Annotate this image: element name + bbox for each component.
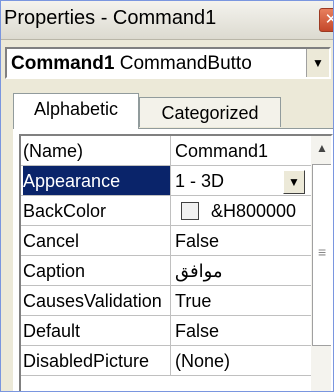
object-selector-text: Command1 CommandButto bbox=[11, 53, 252, 75]
color-swatch bbox=[181, 201, 199, 220]
property-row-backcolor[interactable]: BackColor &H800000 bbox=[21, 196, 311, 226]
property-value[interactable]: موافق bbox=[175, 256, 309, 285]
chevron-down-icon[interactable]: ▼ bbox=[306, 49, 329, 77]
property-value[interactable]: Command1 bbox=[175, 136, 309, 165]
title-bar[interactable]: Properties - Command1 ✕ bbox=[1, 1, 333, 40]
property-row-caption[interactable]: Caption موافق bbox=[21, 256, 311, 286]
property-row-causesvalidation[interactable]: CausesValidation True bbox=[21, 286, 311, 316]
object-selector-combo[interactable]: Command1 CommandButto ▼ bbox=[5, 47, 331, 79]
property-row-cancel[interactable]: Cancel False bbox=[21, 226, 311, 256]
property-name: DisabledPicture bbox=[23, 346, 171, 375]
object-type: CommandButto bbox=[119, 53, 252, 74]
window-title: Properties - Command1 bbox=[4, 7, 217, 29]
tab-panel: (Name) Command1 Appearance 1 - 3D ▼ Back… bbox=[13, 128, 333, 391]
property-name: Caption bbox=[23, 256, 171, 285]
property-value[interactable]: False bbox=[175, 226, 309, 255]
dropdown-arrow-icon[interactable]: ▼ bbox=[283, 170, 305, 194]
property-value-cell[interactable]: &H800000 bbox=[175, 196, 309, 225]
property-value[interactable]: False bbox=[175, 316, 309, 345]
property-name: CausesValidation bbox=[23, 286, 171, 315]
property-row-disabledpicture[interactable]: DisabledPicture (None) bbox=[21, 346, 311, 376]
property-name: Default bbox=[23, 316, 171, 345]
property-row-appearance[interactable]: Appearance 1 - 3D ▼ bbox=[21, 166, 311, 196]
property-value[interactable]: (None) bbox=[175, 346, 309, 375]
property-value[interactable]: True bbox=[175, 286, 309, 315]
scrollbar-thumb[interactable]: ≡ bbox=[312, 164, 331, 346]
property-name: Appearance bbox=[23, 166, 171, 195]
properties-window: Properties - Command1 ✕ Command1 Command… bbox=[0, 0, 334, 392]
property-row-default[interactable]: Default False bbox=[21, 316, 311, 346]
property-grid: (Name) Command1 Appearance 1 - 3D ▼ Back… bbox=[19, 134, 333, 391]
grip-icon: ≡ bbox=[318, 244, 327, 260]
vertical-scrollbar[interactable]: ▲ ≡ bbox=[311, 136, 331, 391]
close-icon[interactable]: ✕ bbox=[319, 8, 333, 32]
tab-alphabetic[interactable]: Alphabetic bbox=[13, 93, 139, 129]
property-name: (Name) bbox=[23, 136, 171, 165]
property-value: &H800000 bbox=[211, 201, 297, 221]
tab-categorized[interactable]: Categorized bbox=[139, 97, 281, 127]
property-name: BackColor bbox=[23, 196, 171, 225]
object-name: Command1 bbox=[11, 53, 115, 74]
scroll-up-icon[interactable]: ▲ bbox=[311, 136, 331, 160]
property-name: Cancel bbox=[23, 226, 171, 255]
property-row-name[interactable]: (Name) Command1 bbox=[21, 136, 311, 166]
